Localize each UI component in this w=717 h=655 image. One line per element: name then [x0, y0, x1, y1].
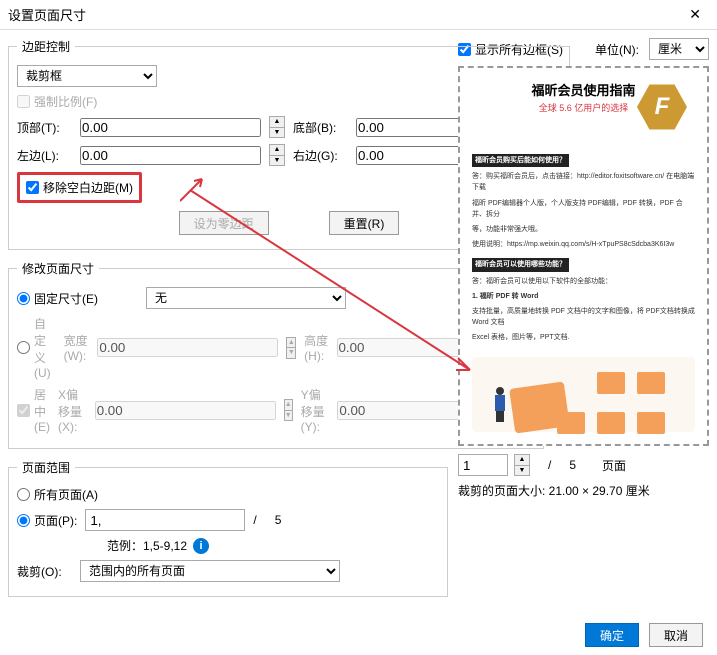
pages-input[interactable] — [85, 509, 245, 531]
page-total: 5 — [275, 513, 282, 527]
xoff-spinner: ▲▼ — [284, 399, 293, 421]
yoff-label: Y偏移量(Y): — [301, 386, 330, 434]
width-input — [97, 338, 278, 357]
left-input[interactable] — [80, 146, 261, 165]
preview-page-label: 页面 — [602, 457, 626, 474]
bottom-label: 底部(B): — [293, 119, 348, 136]
xoff-input — [95, 401, 276, 420]
close-icon[interactable]: ✕ — [681, 4, 709, 25]
left-label: 左边(L): — [17, 147, 72, 164]
all-pages-radio[interactable]: 所有页面(A) — [17, 486, 98, 503]
top-label: 顶部(T): — [17, 119, 72, 136]
remove-white-highlight: 移除空白边距(M) — [17, 172, 142, 203]
preview-page-spinner[interactable]: ▲▼ — [514, 454, 530, 476]
width-label: 宽度(W): — [64, 332, 90, 363]
zero-margin-button: 设为零边距 — [179, 211, 269, 235]
remove-white-checkbox[interactable]: 移除空白边距(M) — [26, 179, 133, 196]
unit-select[interactable]: 厘米 — [649, 38, 709, 60]
custom-size-radio[interactable]: 自定义(U) — [17, 315, 56, 380]
left-spinner[interactable]: ▲▼ — [269, 144, 285, 166]
fixed-size-select[interactable]: 无 — [146, 287, 346, 309]
margin-legend: 边距控制 — [17, 38, 75, 55]
xoff-label: X偏移量(X): — [58, 386, 87, 434]
logo-icon: F — [637, 82, 687, 132]
page-range-group: 页面范围 所有页面(A) 页面(P): / 5 范例：1,5-9,12 i 裁剪… — [8, 459, 448, 597]
crop-select[interactable]: 范围内的所有页面 — [80, 560, 340, 582]
doc-title: 福昕会员使用指南 — [531, 80, 635, 99]
right-label: 右边(G): — [293, 147, 348, 164]
crop-size-label: 裁剪的页面大小: 21.00 × 29.70 厘米 — [458, 482, 709, 499]
width-spinner: ▲▼ — [286, 337, 296, 359]
top-input[interactable] — [80, 118, 261, 137]
fixed-size-radio[interactable]: 固定尺寸(E) — [17, 290, 98, 307]
range-legend: 页面范围 — [17, 459, 75, 476]
page-sep: / — [253, 513, 256, 527]
top-spinner[interactable]: ▲▼ — [269, 116, 285, 138]
doc-illustration — [472, 357, 695, 432]
page-preview: F 福昕会员使用指南 全球 5.6 亿用户的选择 福昕会员购买后能如何使用？ 答… — [458, 66, 709, 446]
cancel-button[interactable]: 取消 — [649, 623, 703, 647]
size-legend: 修改页面尺寸 — [17, 260, 99, 277]
box-type-select[interactable]: 裁剪框 — [17, 65, 157, 87]
doc-body: 福昕会员购买后能如何使用？ 答：购买福昕会员后，点击链接：http://edit… — [472, 154, 695, 347]
unit-label: 单位(N): — [595, 41, 639, 58]
ok-button[interactable]: 确定 — [585, 623, 639, 647]
preview-total: 5 — [569, 458, 576, 472]
crop-label: 裁剪(O): — [17, 563, 72, 580]
pages-radio[interactable]: 页面(P): — [17, 512, 77, 529]
preview-sep: / — [548, 458, 551, 472]
center-checkbox: 居中(E) — [17, 386, 50, 434]
info-icon[interactable]: i — [193, 538, 209, 554]
reset-button[interactable]: 重置(R) — [329, 211, 400, 235]
doc-subtitle: 全球 5.6 亿用户的选择 — [539, 101, 629, 114]
force-ratio-checkbox: 强制比例(F) — [17, 93, 97, 110]
height-label: 高度(H): — [304, 332, 328, 363]
window-title: 设置页面尺寸 — [8, 5, 86, 24]
preview-page-input[interactable] — [458, 454, 508, 476]
example-label: 范例：1,5-9,12 — [107, 537, 187, 554]
